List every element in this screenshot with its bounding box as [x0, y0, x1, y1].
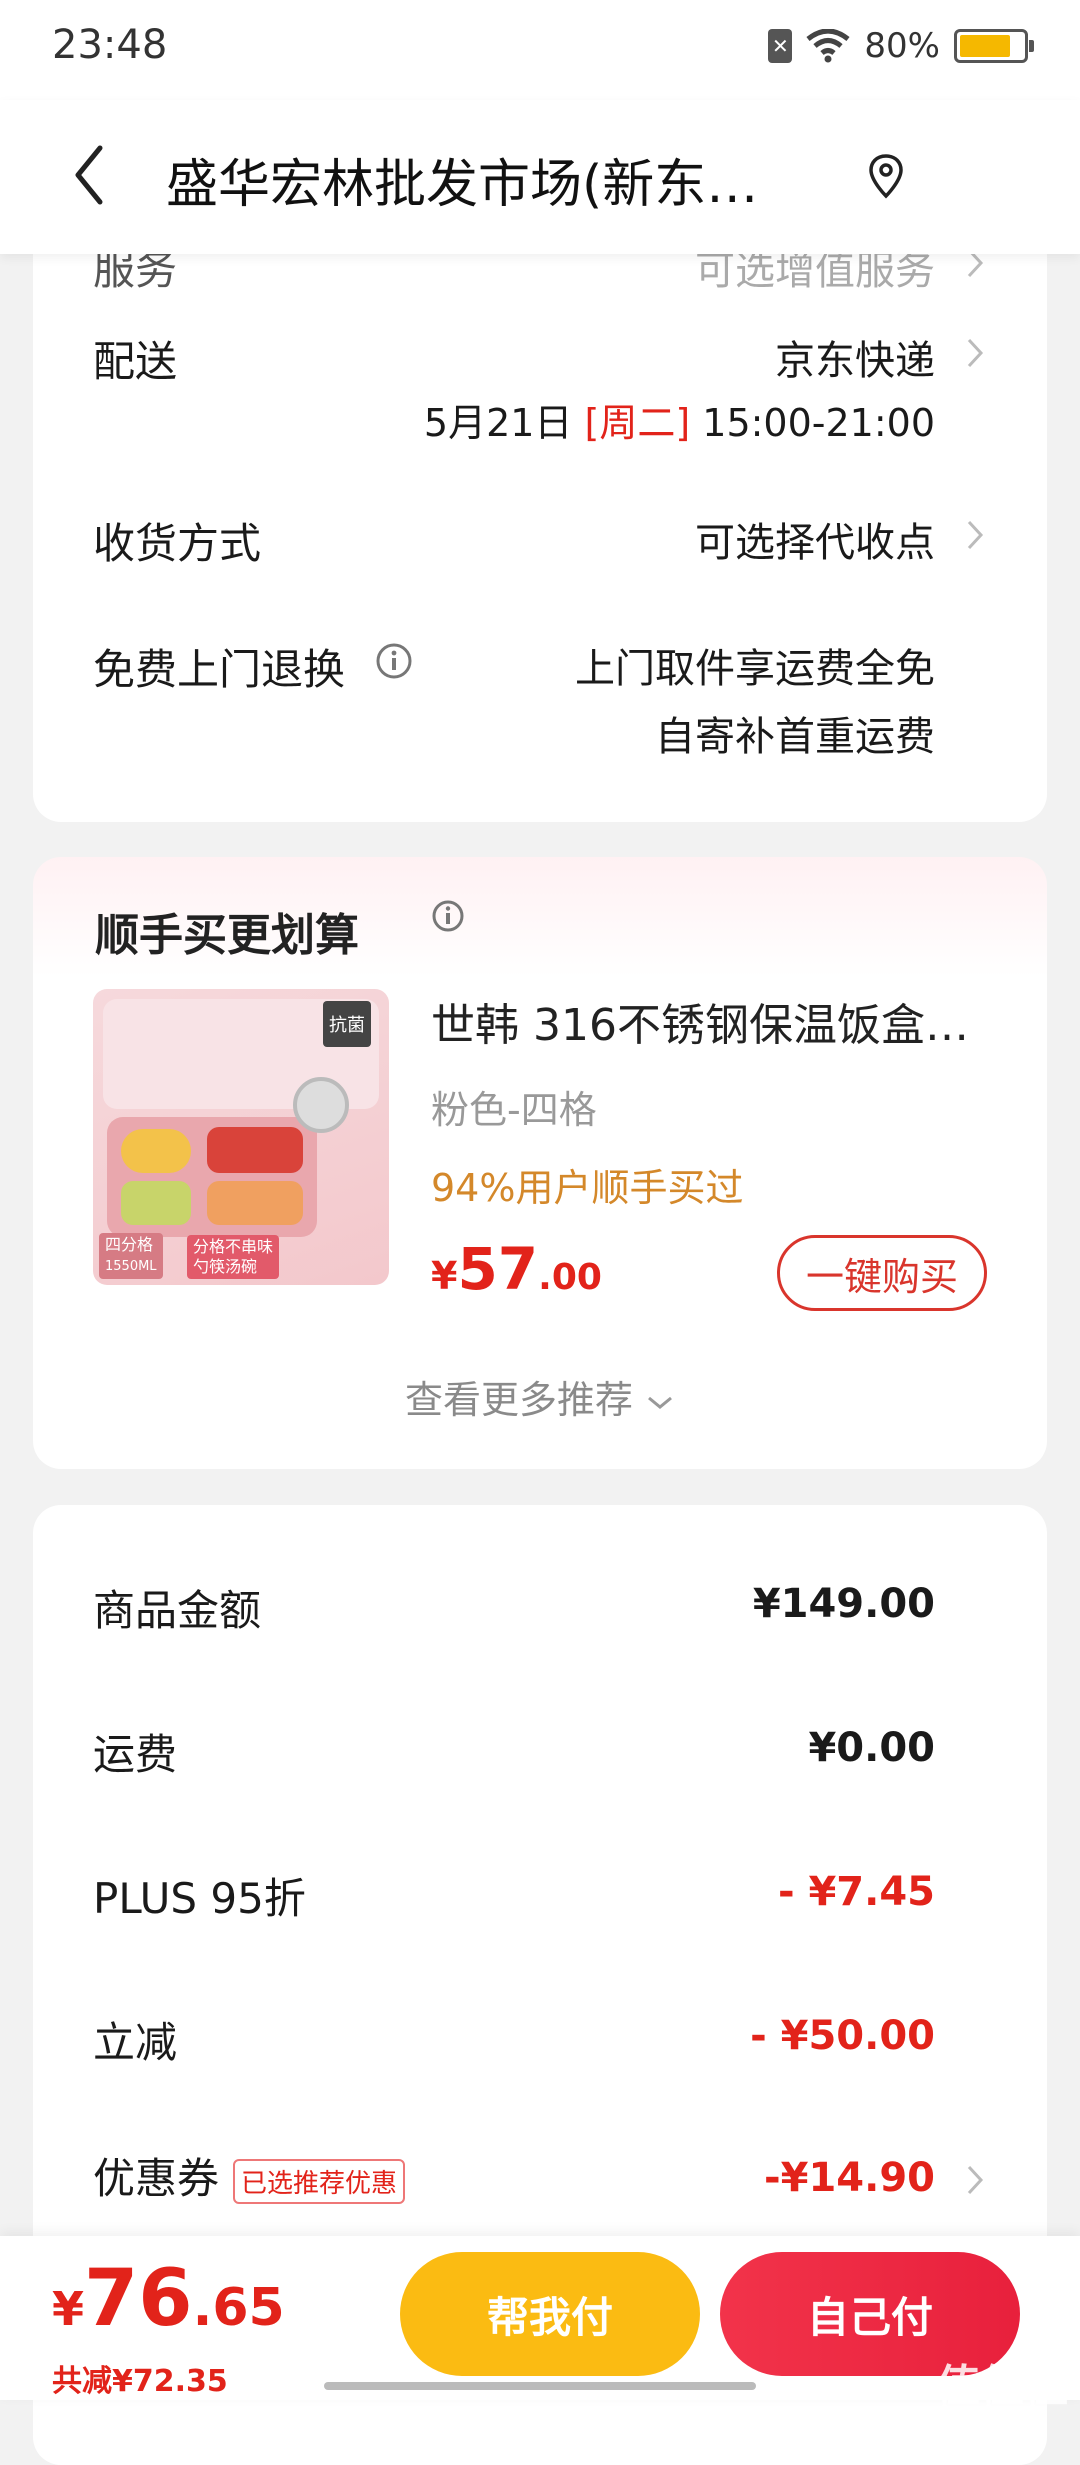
coupon-label: 优惠券: [93, 2154, 220, 2203]
shipping-value: ¥0.00: [808, 1725, 935, 1771]
delivery-label: 配送: [93, 337, 178, 386]
location-pin-icon[interactable]: [866, 152, 906, 202]
battery-level: [960, 35, 1010, 57]
image-badge: 抗菌: [323, 1001, 371, 1047]
soup-bowl: [293, 1077, 349, 1133]
delivery-window: 15:00-21:00: [702, 401, 935, 445]
free-return-line1: 上门取件享运费全免: [575, 646, 935, 692]
receive-label: 收货方式: [93, 519, 262, 568]
home-indicator[interactable]: [324, 2382, 756, 2390]
goods-amount-value: ¥149.00: [752, 1581, 935, 1627]
delivery-carrier[interactable]: 京东快递: [775, 328, 935, 386]
wifi-icon: [806, 29, 850, 63]
chevron-right-icon[interactable]: [965, 336, 985, 370]
total-saved: 共减¥72.35: [52, 2364, 228, 2399]
recommend-title: 顺手买更划算: [95, 910, 359, 961]
coupon-row[interactable]: 优惠券 已选推荐优惠: [93, 2145, 406, 2206]
product-hint: 94%用户顺手买过: [431, 1166, 744, 1210]
battery-icon: [954, 29, 1034, 63]
back-icon[interactable]: [62, 140, 122, 210]
free-return-label: 免费上门退换: [93, 645, 346, 694]
nav-bar: 盛华宏林批发市场(新东…: [0, 100, 1080, 254]
chevron-down-icon: [648, 1396, 672, 1409]
plus-discount-value: - ¥7.45: [777, 1869, 935, 1915]
coupon-value[interactable]: -¥14.90: [764, 2155, 935, 2201]
delivery-date: 5月21日: [423, 401, 573, 445]
battery-percent: 80%: [864, 26, 940, 66]
image-label-feature: 分格不串味 勺筷汤碗: [187, 1235, 280, 1279]
free-return-line2: 自寄补首重运费: [655, 714, 935, 760]
product-image[interactable]: 抗菌 四分格 1550ML 分格不串味 勺筷汤碗: [93, 989, 389, 1285]
status-time: 23:48: [52, 22, 168, 68]
lunchbox-tray: [107, 1117, 317, 1237]
info-icon[interactable]: [431, 899, 465, 933]
image-label-capacity: 四分格 1550ML: [99, 1233, 163, 1279]
watermark-logo: 值值值: [936, 2361, 1068, 2412]
checkout-bar: ¥76.65 共减¥72.35 帮我付 自己付: [0, 2236, 1080, 2400]
help-pay-button[interactable]: 帮我付: [400, 2252, 700, 2376]
instant-discount-label: 立减: [93, 2018, 178, 2067]
goods-amount-label: 商品金额: [93, 1586, 262, 1635]
receive-value[interactable]: 可选择代收点: [695, 510, 935, 568]
one-click-buy-button[interactable]: 一键购买: [777, 1235, 987, 1311]
info-icon[interactable]: [375, 642, 413, 680]
plus-discount-label: PLUS 95折: [93, 1874, 306, 1923]
chevron-right-icon[interactable]: [965, 518, 985, 552]
coupon-tag: 已选推荐优惠: [233, 2159, 406, 2204]
delivery-weekday: [周二]: [584, 401, 691, 445]
more-recommend-link[interactable]: 查看更多推荐: [33, 1369, 1047, 1424]
chevron-right-icon[interactable]: [965, 2163, 985, 2197]
status-icons: ✕ 80%: [768, 26, 1034, 66]
product-spec: 粉色-四格: [431, 1088, 597, 1132]
watermark-url: zhizhizhi.com: [969, 2388, 1064, 2404]
shipping-label: 运费: [93, 1730, 178, 1779]
product-price: ¥57.00: [431, 1235, 602, 1303]
instant-discount-value: - ¥50.00: [750, 2013, 935, 2059]
total-price: ¥76.65: [52, 2254, 285, 2344]
page-title[interactable]: 盛华宏林批发市场(新东…: [166, 142, 866, 217]
status-bar: 23:48 ✕ 80%: [0, 0, 1080, 100]
delivery-time: 5月21日 [周二] 15:00-21:00: [424, 392, 935, 447]
sim-icon: ✕: [768, 29, 793, 63]
product-name[interactable]: 世韩 316不锈钢保温饭盒…: [431, 989, 991, 1053]
order-info-card: 服务 可选增值服务 配送 京东快递 5月21日 [周二] 15:00-21:00…: [33, 200, 1047, 822]
recommend-card: 顺手买更划算 抗菌 四分格 1550ML 分格不串味 勺筷汤碗 世韩 316不锈钢保…: [33, 857, 1047, 1469]
